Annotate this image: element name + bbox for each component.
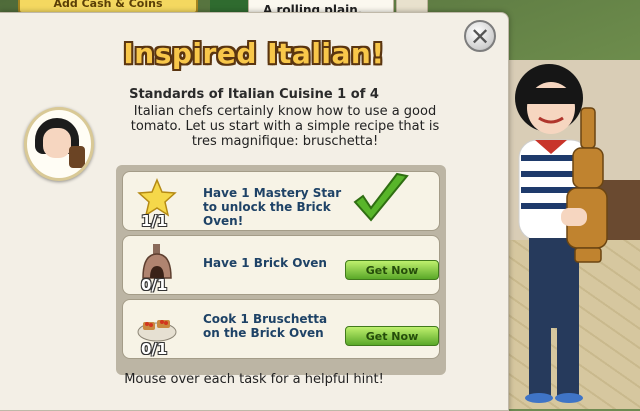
task-mastery-star[interactable]: 1/1 Have 1 Mastery Star to unlock the Br… xyxy=(122,171,440,231)
tomato-tool-icon xyxy=(69,146,85,168)
goal-dialog: ✕ Inspired Italian! Standards of Italian… xyxy=(0,12,509,411)
task-progress: 0/1 xyxy=(141,340,168,358)
task-label: Have 1 Brick Oven xyxy=(203,256,327,270)
task-progress: 0/1 xyxy=(141,276,168,294)
get-now-button[interactable]: Get Now xyxy=(345,260,439,280)
task-cook-bruschetta[interactable]: 0/1 Cook 1 Bruschetta on the Brick Oven … xyxy=(122,299,440,359)
get-now-button[interactable]: Get Now xyxy=(345,326,439,346)
chef-character xyxy=(515,64,608,403)
dialog-description: Italian chefs certainly know how to use … xyxy=(130,104,440,149)
task-label: Cook 1 Bruschetta on the Brick Oven xyxy=(203,312,328,340)
checkmark-icon xyxy=(353,172,409,222)
chef-avatar xyxy=(24,107,94,181)
dialog-subtitle: Standards of Italian Cuisine 1 of 4 xyxy=(129,87,379,102)
task-label: Have 1 Mastery Star to unlock the Brick … xyxy=(203,186,342,228)
hint-text: Mouse over each task for a helpful hint! xyxy=(124,372,384,387)
task-list: 1/1 Have 1 Mastery Star to unlock the Br… xyxy=(116,165,446,375)
task-brick-oven[interactable]: 0/1 Have 1 Brick Oven Get Now xyxy=(122,235,440,295)
dialog-title: Inspired Italian! xyxy=(123,37,385,70)
task-progress: 1/1 xyxy=(141,212,168,230)
